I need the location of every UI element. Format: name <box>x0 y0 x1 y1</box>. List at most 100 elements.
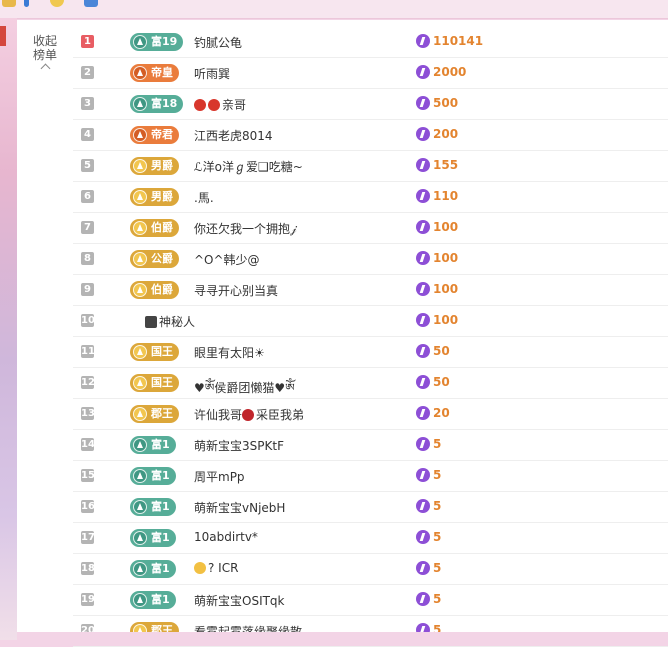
user-name-text: 许仙我哥 <box>194 408 243 422</box>
contribution-value: 5 <box>416 561 441 575</box>
mystery-person-icon <box>145 316 157 328</box>
leaderboard-row[interactable]: 16 富1 萌新宝宝vNjebH 5 <box>73 492 668 523</box>
apple-emoji-icon <box>208 99 220 111</box>
contribution-value: 100 <box>416 282 458 296</box>
user-name[interactable]: ? ICR <box>194 561 238 575</box>
leaderboard-row[interactable]: 15 富1 周平mPp 5 <box>73 461 668 492</box>
user-name[interactable]: 亲哥 <box>194 96 246 113</box>
lightning-icon <box>416 437 430 451</box>
level-emblem-icon <box>133 500 147 514</box>
leaderboard-row[interactable]: 2 帝皇 听雨巽 2000 <box>73 58 668 89</box>
leaderboard-row[interactable]: 3 富18 亲哥 500 <box>73 89 668 120</box>
level-badge: 国王 <box>130 374 179 392</box>
level-badge: 伯爵 <box>130 219 179 237</box>
user-name[interactable]: ℒ洋o洋ℊ爱❑吃糖~ <box>194 158 303 175</box>
lightning-icon <box>416 344 430 358</box>
user-name[interactable]: ^O^韩少@ <box>194 251 260 268</box>
leaderboard-row[interactable]: 1 富19 钓腻公龟 110141 <box>73 27 668 58</box>
user-name[interactable]: 萌新宝宝OSITqk <box>194 592 285 609</box>
user-name-text: 萌新宝宝3SPKtF <box>194 439 284 453</box>
user-name[interactable]: .馬. <box>194 189 214 206</box>
contribution-value: 5 <box>416 468 441 482</box>
level-badge: 富1 <box>130 529 176 547</box>
level-emblem-icon <box>133 252 147 266</box>
user-name-text: 周平mPp <box>194 470 245 484</box>
user-name[interactable]: 神秘人 <box>145 313 195 330</box>
lightning-icon <box>416 96 430 110</box>
user-name[interactable]: 江西老虎8014 <box>194 127 273 144</box>
user-name[interactable]: 10abdirtv* <box>194 530 258 544</box>
level-emblem-icon <box>133 190 147 204</box>
user-name-text: ♥ༀ侯爵团懒猫♥ༀ <box>194 381 295 395</box>
leaderboard-row[interactable]: 13 郡王 许仙我哥 采臣我弟 20 <box>73 399 668 430</box>
contribution-amount: 50 <box>433 344 450 358</box>
device-icon[interactable] <box>84 0 98 7</box>
user-name-text: 听雨巽 <box>194 67 231 81</box>
leaderboard-row[interactable]: 7 伯爵 你还欠我一个拥抱𝒿 100 <box>73 213 668 244</box>
rank-number: 14 <box>81 438 95 451</box>
rank-number: 1 <box>81 35 94 48</box>
contribution-value: 5 <box>416 437 441 451</box>
user-name-text: 你还欠我一个拥抱𝒿 <box>194 222 297 236</box>
leaderboard-row[interactable]: 4 帝君 江西老虎8014 200 <box>73 120 668 151</box>
user-name[interactable]: 萌新宝宝3SPKtF <box>194 437 284 454</box>
user-name[interactable]: 周平mPp <box>194 468 245 485</box>
contribution-value: 500 <box>416 96 458 110</box>
rank-number: 12 <box>81 376 95 389</box>
top-toolbar <box>0 0 668 19</box>
leaderboard-row[interactable]: 10 神秘人 100 <box>73 306 668 337</box>
chevron-up-icon <box>40 63 50 74</box>
level-badge: 帝君 <box>130 126 179 144</box>
user-name-text-suffix: 采臣我弟 <box>256 408 305 422</box>
heart-icon[interactable] <box>50 0 64 7</box>
leaderboard-row[interactable]: 19 富1 萌新宝宝OSITqk 5 <box>73 585 668 616</box>
user-name[interactable]: 你还欠我一个拥抱𝒿 <box>194 220 297 237</box>
leaderboard-row[interactable]: 14 富1 萌新宝宝3SPKtF 5 <box>73 430 668 461</box>
level-label: 富18 <box>151 97 178 110</box>
level-label: 伯爵 <box>151 283 173 296</box>
leaderboard-row[interactable]: 18 富1 ? ICR 5 <box>73 554 668 585</box>
pin-icon[interactable] <box>24 0 29 7</box>
level-badge: 富1 <box>130 467 176 485</box>
user-name[interactable]: 钓腻公龟 <box>194 34 242 51</box>
level-label: 郡王 <box>151 407 173 420</box>
level-label: 富1 <box>151 500 170 513</box>
level-badge: 富1 <box>130 498 176 516</box>
lightning-icon <box>416 34 430 48</box>
contribution-value: 100 <box>416 313 458 327</box>
level-emblem-icon <box>133 438 147 452</box>
lightning-icon <box>416 127 430 141</box>
user-name[interactable]: 许仙我哥 采臣我弟 <box>194 406 304 423</box>
contribution-value: 5 <box>416 592 441 606</box>
user-name[interactable]: 寻寻开心别当真 <box>194 282 278 299</box>
folder-icon[interactable] <box>2 0 16 7</box>
leaderboard-row[interactable]: 9 伯爵 寻寻开心别当真 100 <box>73 275 668 306</box>
leaderboard-row[interactable]: 11 国王 眼里有太阳☀ 50 <box>73 337 668 368</box>
user-name[interactable]: 眼里有太阳☀ <box>194 344 265 361</box>
contribution-value: 110 <box>416 189 458 203</box>
level-label: 富1 <box>151 469 170 482</box>
rank-number: 11 <box>81 345 95 358</box>
collapse-leaderboard-button[interactable]: 收起 榜单 <box>31 34 59 74</box>
leaderboard-row[interactable]: 12 国王 ♥ༀ侯爵团懒猫♥ༀ 50 <box>73 368 668 399</box>
leaderboard-row[interactable]: 5 男爵 ℒ洋o洋ℊ爱❑吃糖~ 155 <box>73 151 668 182</box>
bottom-edge <box>17 632 668 640</box>
leaderboard-row[interactable]: 8 公爵 ^O^韩少@ 100 <box>73 244 668 275</box>
contribution-amount: 100 <box>433 282 459 296</box>
lightning-icon <box>416 592 430 606</box>
level-badge: 公爵 <box>130 250 179 268</box>
user-name[interactable]: 听雨巽 <box>194 65 230 82</box>
user-name-text: 萌新宝宝OSITqk <box>194 594 285 608</box>
contribution-amount: 5 <box>433 561 442 575</box>
left-video-edge <box>0 18 17 640</box>
leaderboard-row[interactable]: 6 男爵 .馬. 110 <box>73 182 668 213</box>
contribution-value: 155 <box>416 158 458 172</box>
lightning-icon <box>416 220 430 234</box>
lightning-icon <box>416 158 430 172</box>
apple-emoji-icon <box>194 99 206 111</box>
user-name[interactable]: 萌新宝宝vNjebH <box>194 499 285 516</box>
leaderboard-row[interactable]: 17 富1 10abdirtv* 5 <box>73 523 668 554</box>
contribution-value: 5 <box>416 499 441 513</box>
level-emblem-icon <box>133 283 147 297</box>
level-label: 帝皇 <box>151 66 173 79</box>
